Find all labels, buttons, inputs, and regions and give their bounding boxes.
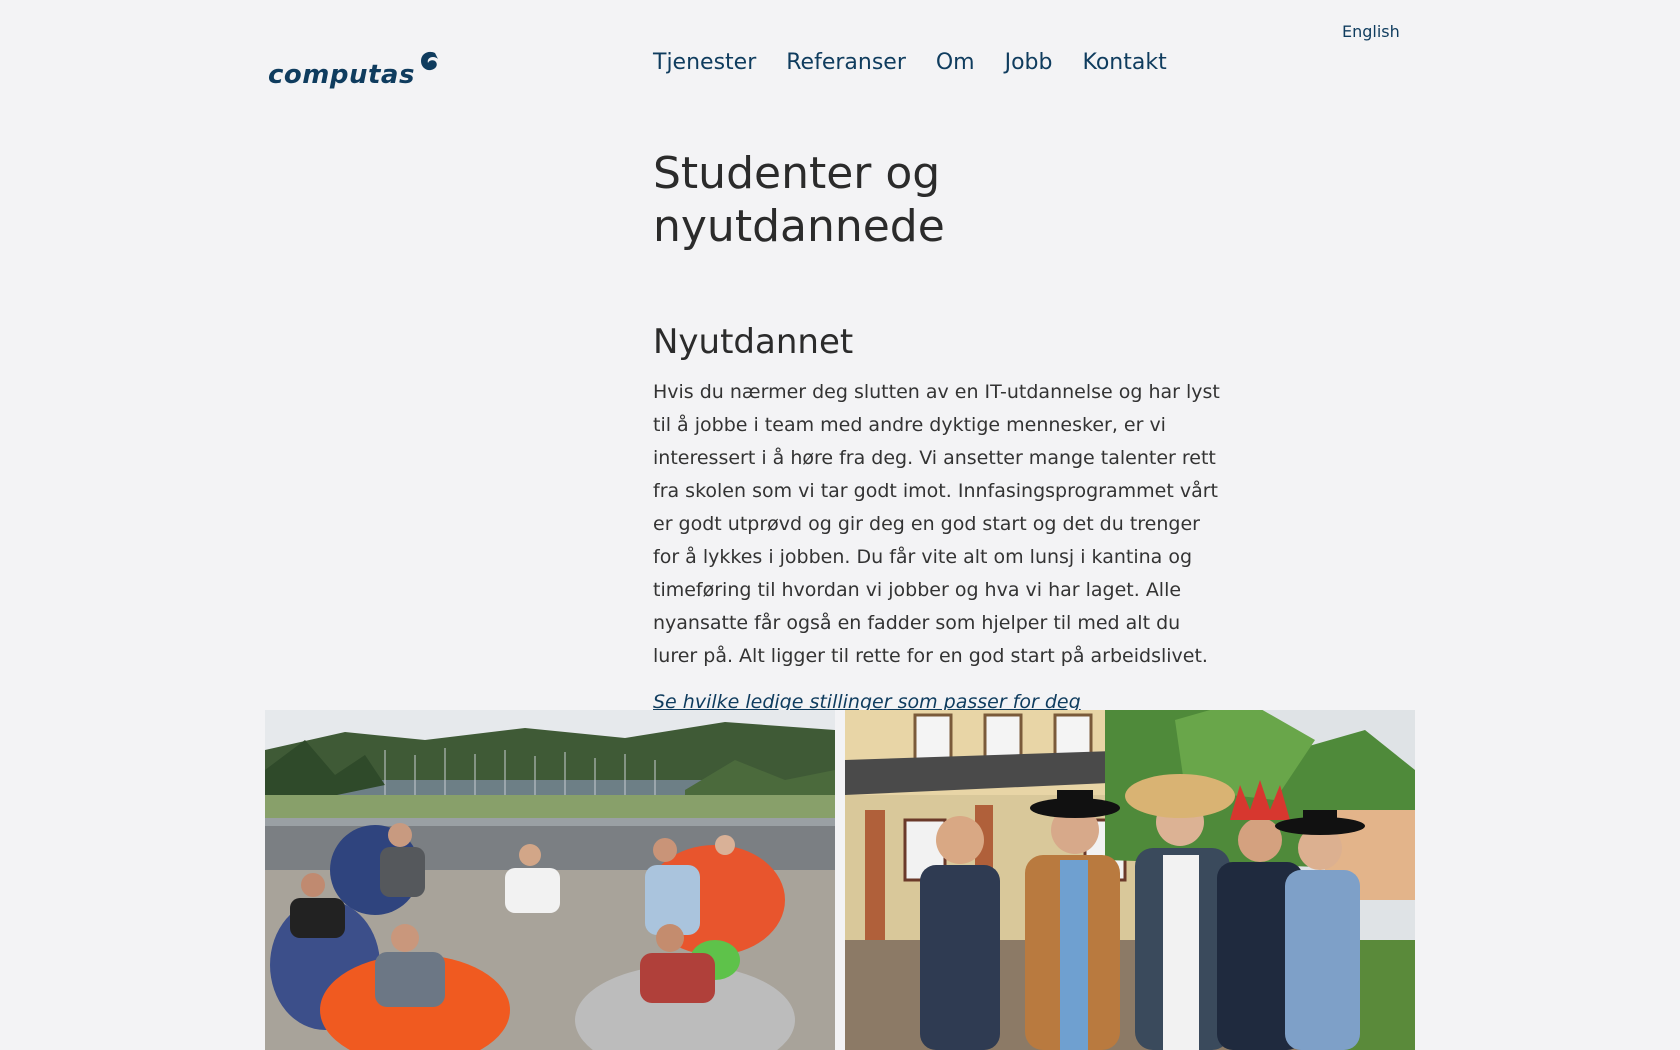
nav-item-om[interactable]: Om — [936, 50, 975, 76]
main-content: Studenter og nyutdannede Nyutdannet Hvis… — [653, 148, 1223, 713]
logo-swirl-icon — [420, 51, 438, 71]
main-nav: Tjenester Referanser Om Jobb Kontakt — [653, 50, 1197, 76]
computas-logo[interactable]: computas — [268, 40, 440, 88]
rooftop-photo-image — [265, 710, 835, 1050]
nav-item-referanser[interactable]: Referanser — [786, 50, 906, 76]
photo-row — [265, 710, 1415, 1050]
photo-rooftop-beanbags — [265, 710, 835, 1050]
logo-wordmark: computas — [268, 60, 415, 90]
language-link-english[interactable]: English — [1342, 22, 1400, 41]
group-photo-image — [845, 710, 1415, 1050]
nav-item-kontakt[interactable]: Kontakt — [1083, 50, 1167, 76]
photo-group-hats — [845, 710, 1415, 1050]
nav-item-jobb[interactable]: Jobb — [1005, 50, 1053, 76]
nav-item-tjenester[interactable]: Tjenester — [653, 50, 756, 76]
page: English computas Tjenester Referanser Om… — [0, 0, 1680, 1050]
section-title: Nyutdannet — [653, 321, 854, 362]
section-paragraph: Hvis du nærmer deg slutten av en IT-utda… — [653, 381, 1220, 668]
page-title: Studenter og nyutdannede — [653, 148, 945, 252]
